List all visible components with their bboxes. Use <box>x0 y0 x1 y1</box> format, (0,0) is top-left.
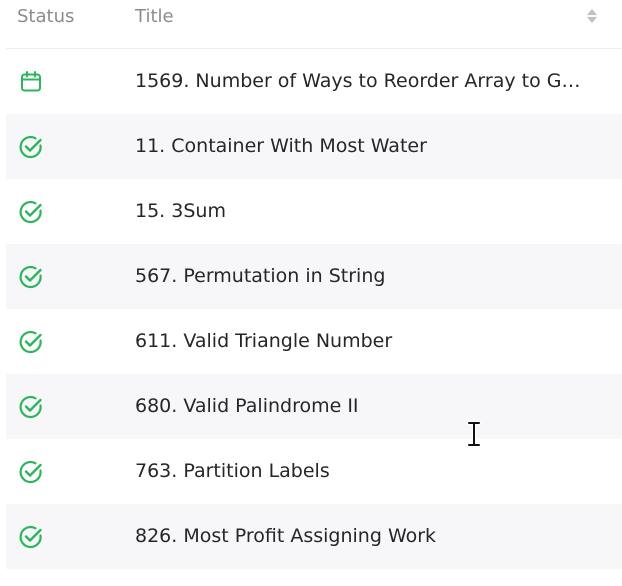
check-circle-icon <box>19 200 42 224</box>
problem-title-link[interactable]: 680. Valid Palindrome II <box>135 374 585 439</box>
table-row[interactable]: 567. Permutation in String <box>6 244 622 309</box>
table-header: Status Title <box>6 0 622 49</box>
problem-title-link[interactable]: 611. Valid Triangle Number <box>135 309 585 374</box>
table-body: 1569. Number of Ways to Reorder Array to… <box>6 49 622 569</box>
check-circle-icon <box>19 330 42 354</box>
problem-title-link[interactable]: 763. Partition Labels <box>135 439 585 504</box>
table-row[interactable]: 11. Container With Most Water <box>6 114 622 179</box>
sort-icon[interactable] <box>586 8 598 24</box>
text-cursor-icon <box>467 421 481 447</box>
calendar-icon <box>21 71 41 92</box>
check-circle-icon <box>19 460 42 484</box>
table-row[interactable]: 611. Valid Triangle Number <box>6 309 622 374</box>
table-row[interactable]: 680. Valid Palindrome II <box>6 374 622 439</box>
problem-title-link[interactable]: 11. Container With Most Water <box>135 114 585 179</box>
table-row[interactable]: 763. Partition Labels <box>6 439 622 504</box>
check-circle-icon <box>19 525 42 549</box>
problem-title-link[interactable]: 567. Permutation in String <box>135 244 585 309</box>
check-circle-icon <box>19 395 42 419</box>
table-row[interactable]: 1569. Number of Ways to Reorder Array to… <box>6 49 622 114</box>
check-circle-icon <box>19 265 42 289</box>
table-row[interactable]: 15. 3Sum <box>6 179 622 244</box>
title-column-header[interactable]: Title <box>135 6 174 27</box>
problem-title-link[interactable]: 15. 3Sum <box>135 179 585 244</box>
table-row[interactable]: 826. Most Profit Assigning Work <box>6 504 622 569</box>
problem-title-link[interactable]: 826. Most Profit Assigning Work <box>135 504 585 569</box>
status-column-header: Status <box>17 6 75 27</box>
problem-table: Status Title 1569. Number of Ways to Reo… <box>0 0 622 569</box>
problem-title-link[interactable]: 1569. Number of Ways to Reorder Array to… <box>135 49 585 114</box>
check-circle-icon <box>19 135 42 159</box>
